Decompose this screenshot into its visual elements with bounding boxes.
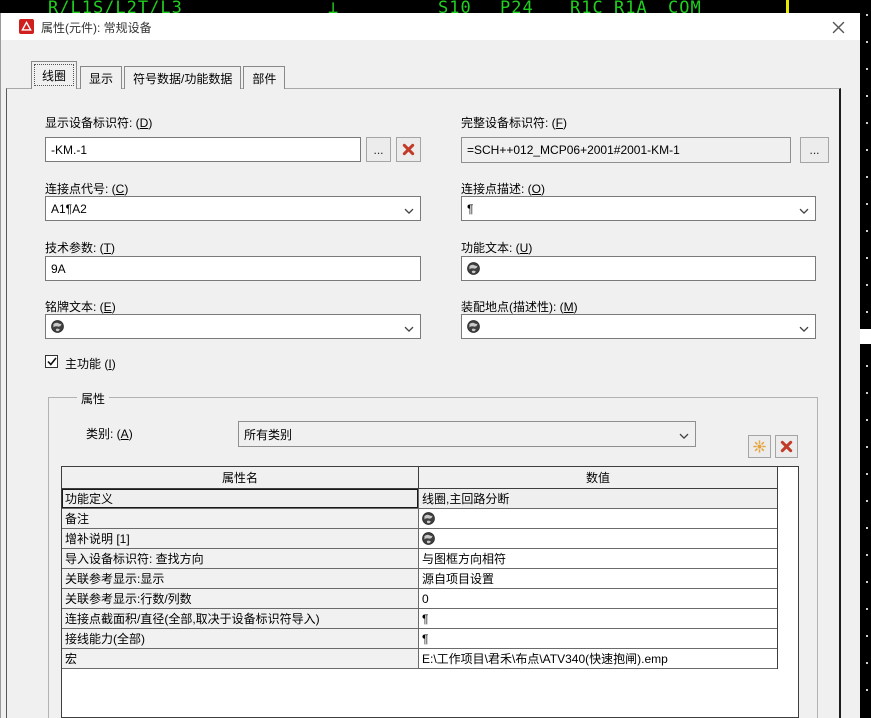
display-dt-delete-button[interactable] xyxy=(396,137,421,162)
display-dt-label: 显示设备标识符: (D) xyxy=(45,114,152,128)
property-table[interactable]: 属性名 数值 功能定义线圈,主回路分断备注增补说明 [1]导入设备标识符: 查找… xyxy=(61,466,799,718)
table-row[interactable]: 导入设备标识符: 查找方向与图框方向相符 xyxy=(62,549,777,569)
cad-background-strip: R/L1S/L2T/L3 ⊥ S10 P24 R1C R1A COM xyxy=(0,0,871,13)
cad-text: P24 xyxy=(500,0,534,13)
property-name-cell[interactable]: 连接点截面积/直径(全部,取决于设备标识符导入) xyxy=(62,609,419,628)
check-icon xyxy=(47,357,57,366)
table-row[interactable]: 备注 xyxy=(62,509,777,529)
property-value-cell[interactable]: ¶ xyxy=(419,609,777,628)
sun-new-icon xyxy=(752,439,767,454)
eplan-app-icon xyxy=(19,19,34,34)
table-row[interactable]: 宏E:\工作项目\君禾\布点\ATV340(快速抱闸).emp xyxy=(62,649,777,669)
tab-bar: 线圈显示符号数据/功能数据部件 xyxy=(31,61,287,89)
property-name-cell[interactable]: 功能定义 xyxy=(62,489,419,508)
func-text-input[interactable] xyxy=(461,256,816,281)
cad-text: R/L1S/L2T/L3 xyxy=(48,0,183,13)
full-dt-label: 完整设备标识符: (F) xyxy=(461,114,567,128)
full-dt-input[interactable]: =SCH++012_MCP06+2001#2001-KM-1 xyxy=(461,137,791,163)
properties-dialog: 属性(元件): 常规设备 线圈显示符号数据/功能数据部件 显示设备标识符: (D… xyxy=(0,13,860,718)
property-value-cell[interactable]: 0 xyxy=(419,589,777,608)
tab-1[interactable]: 显示 xyxy=(80,66,122,89)
property-value-cell[interactable] xyxy=(419,529,777,548)
nameplate-label: 铭牌文本: (E) xyxy=(45,298,116,312)
full-dt-more-button[interactable]: ... xyxy=(800,137,829,163)
property-value-cell[interactable]: 源自项目设置 xyxy=(419,569,777,588)
dialog-title: 属性(元件): 常规设备 xyxy=(41,19,152,36)
mounting-loc-combobox[interactable] xyxy=(461,314,816,339)
property-value-cell[interactable] xyxy=(419,509,777,528)
chevron-down-icon[interactable] xyxy=(679,428,689,442)
tab-2[interactable]: 符号数据/功能数据 xyxy=(124,66,241,89)
property-name-cell[interactable]: 宏 xyxy=(62,649,419,668)
cad-text: R1C xyxy=(570,0,604,13)
table-row[interactable]: 功能定义线圈,主回路分断 xyxy=(62,489,777,509)
tech-params-input[interactable]: 9A xyxy=(45,256,421,281)
property-name-cell[interactable]: 关联参考显示:行数/列数 xyxy=(62,589,419,608)
cad-text: S10 xyxy=(438,0,472,13)
cad-background-right xyxy=(860,0,871,718)
conn-desc-label: 连接点描述: (O) xyxy=(461,180,545,194)
new-property-button[interactable] xyxy=(748,435,771,458)
chevron-down-icon[interactable] xyxy=(799,321,809,335)
property-value-cell[interactable]: 线圈,主回路分断 xyxy=(419,489,777,508)
dialog-titlebar[interactable]: 属性(元件): 常规设备 xyxy=(1,13,860,40)
tab-0[interactable]: 线圈 xyxy=(31,61,77,89)
property-value-cell[interactable]: 与图框方向相符 xyxy=(419,549,777,568)
globe-icon xyxy=(422,512,435,525)
table-row[interactable]: 关联参考显示:行数/列数0 xyxy=(62,589,777,609)
screen: R/L1S/L2T/L3 ⊥ S10 P24 R1C R1A COM 属性(元件): 常规设… xyxy=(0,0,871,718)
property-name-cell[interactable]: 关联参考显示:显示 xyxy=(62,569,419,588)
display-dt-input[interactable]: -KM.-1 xyxy=(45,137,361,162)
property-value-cell[interactable]: ¶ xyxy=(419,629,777,648)
property-table-header: 属性名 数值 xyxy=(62,467,777,489)
table-row[interactable]: 接线能力(全部)¶ xyxy=(62,629,777,649)
globe-icon xyxy=(51,320,64,333)
table-row[interactable]: 关联参考显示:显示源自项目设置 xyxy=(62,569,777,589)
chevron-down-icon[interactable] xyxy=(799,203,809,217)
category-label: 类别: (A) xyxy=(86,425,133,439)
cad-text: COM xyxy=(668,0,702,13)
conn-code-combobox[interactable]: A1¶A2 xyxy=(45,196,421,221)
property-value-cell[interactable]: E:\工作项目\君禾\布点\ATV340(快速抱闸).emp xyxy=(419,649,777,668)
main-function-label: 主功能 (I) xyxy=(65,355,116,369)
property-table-grid: 属性名 数值 功能定义线圈,主回路分断备注增补说明 [1]导入设备标识符: 查找… xyxy=(62,467,778,669)
main-function-checkbox[interactable] xyxy=(45,355,58,368)
chevron-down-icon[interactable] xyxy=(404,203,414,217)
property-name-cell[interactable]: 导入设备标识符: 查找方向 xyxy=(62,549,419,568)
globe-icon xyxy=(467,262,480,275)
delete-x-icon xyxy=(402,143,415,156)
display-dt-more-button[interactable]: ... xyxy=(366,137,391,162)
chevron-down-icon[interactable] xyxy=(404,321,414,335)
property-table-body: 功能定义线圈,主回路分断备注增补说明 [1]导入设备标识符: 查找方向与图框方向… xyxy=(62,489,777,669)
tab-3[interactable]: 部件 xyxy=(243,66,285,89)
delete-x-icon xyxy=(780,440,793,453)
tech-params-label: 技术参数: (T) xyxy=(45,239,115,253)
property-name-cell[interactable]: 接线能力(全部) xyxy=(62,629,419,648)
cad-grid-dots xyxy=(866,14,868,714)
property-name-cell[interactable]: 增补说明 [1] xyxy=(62,529,419,548)
close-icon[interactable] xyxy=(828,17,848,37)
cad-yellow-tick xyxy=(786,0,789,13)
mounting-loc-label: 装配地点(描述性): (M) xyxy=(461,298,578,312)
nameplate-combobox[interactable] xyxy=(45,314,421,339)
cad-text: R1A xyxy=(614,0,648,13)
cad-text: ⊥ xyxy=(328,0,339,13)
column-header-value[interactable]: 数值 xyxy=(419,467,777,488)
conn-desc-combobox[interactable]: ¶ xyxy=(461,196,816,221)
globe-icon xyxy=(422,532,435,545)
globe-icon xyxy=(467,320,480,333)
cad-white-notch xyxy=(860,329,871,344)
properties-group-title: 属性 xyxy=(77,390,109,407)
property-name-cell[interactable]: 备注 xyxy=(62,509,419,528)
table-row[interactable]: 连接点截面积/直径(全部,取决于设备标识符导入)¶ xyxy=(62,609,777,629)
func-text-label: 功能文本: (U) xyxy=(461,239,532,253)
delete-property-button[interactable] xyxy=(775,435,798,458)
conn-code-label: 连接点代号: (C) xyxy=(45,180,128,194)
category-combobox[interactable]: 所有类别 xyxy=(238,421,696,447)
column-header-name[interactable]: 属性名 xyxy=(62,467,419,488)
table-row[interactable]: 增补说明 [1] xyxy=(62,529,777,549)
